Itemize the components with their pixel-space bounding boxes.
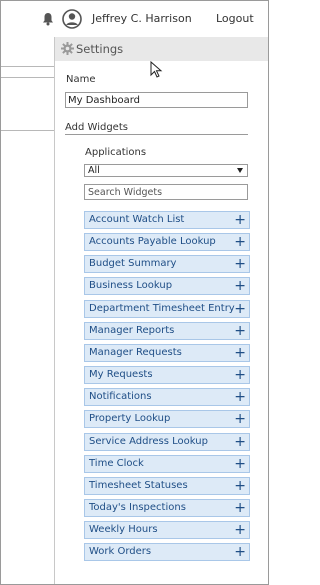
user-name[interactable]: Jeffrey C. Harrison xyxy=(92,12,192,25)
widget-label: Account Watch List xyxy=(89,214,185,225)
widget-item[interactable]: My Requests + xyxy=(84,366,250,385)
search-widgets-input[interactable] xyxy=(84,184,248,200)
add-widget-plus-icon[interactable]: + xyxy=(234,434,246,450)
widget-label: Manager Reports xyxy=(89,324,175,336)
widget-item[interactable]: Manager Requests + xyxy=(84,343,250,362)
widget-item[interactable]: Timesheet Statuses + xyxy=(84,476,250,495)
add-widget-plus-icon[interactable]: + xyxy=(234,411,246,427)
widget-label: Today's Inspections xyxy=(89,502,186,514)
widget-item[interactable]: Budget Summary + xyxy=(84,255,250,274)
name-label: Name xyxy=(66,74,96,85)
widget-label: Time Clock xyxy=(89,457,144,469)
chevron-down-icon xyxy=(237,168,243,173)
widget-label: Work Orders xyxy=(89,546,152,558)
top-bar: Jeffrey C. Harrison Logout xyxy=(1,1,268,37)
widget-item[interactable]: Business Lookup + xyxy=(84,277,250,296)
widget-label: Notifications xyxy=(89,391,152,403)
add-widget-plus-icon[interactable]: + xyxy=(234,256,246,272)
widget-label: Manager Requests xyxy=(89,346,182,358)
widget-label: Timesheet Statuses xyxy=(89,479,188,491)
divider xyxy=(1,77,54,78)
widget-list: Account Watch List + Accounts Payable Look… xyxy=(84,211,250,566)
widget-label: Service Address Lookup xyxy=(89,435,208,447)
add-widget-plus-icon[interactable]: + xyxy=(234,345,246,361)
applications-label: Applications xyxy=(85,147,147,158)
add-widget-plus-icon[interactable]: + xyxy=(234,323,246,339)
widget-item[interactable]: Notifications + xyxy=(84,388,250,407)
add-widget-plus-icon[interactable]: + xyxy=(234,367,246,383)
widget-item[interactable]: Time Clock + xyxy=(84,454,250,473)
bell-icon[interactable] xyxy=(42,12,54,26)
widget-item[interactable]: Work Orders + xyxy=(84,543,250,562)
widget-label: Budget Summary xyxy=(89,258,177,270)
widget-item[interactable]: Weekly Hours + xyxy=(84,521,250,540)
widget-item[interactable]: Today's Inspections + xyxy=(84,499,250,518)
add-widget-plus-icon[interactable]: + xyxy=(234,389,246,405)
add-widget-plus-icon[interactable]: + xyxy=(234,234,246,250)
add-widget-plus-icon[interactable]: + xyxy=(234,278,246,294)
widget-item[interactable]: Service Address Lookup + xyxy=(84,432,250,451)
widget-label: Weekly Hours xyxy=(89,524,158,536)
widget-label: Department Timesheet Entry xyxy=(89,302,235,314)
add-widget-plus-icon[interactable]: + xyxy=(234,544,246,560)
mouse-cursor-icon xyxy=(150,61,163,78)
divider xyxy=(65,134,248,135)
logout-link[interactable]: Logout xyxy=(216,12,254,25)
widget-label: Accounts Payable Lookup xyxy=(89,236,216,248)
applications-select[interactable]: All xyxy=(84,164,248,177)
add-widget-plus-icon[interactable]: + xyxy=(234,522,246,538)
widget-label: Property Lookup xyxy=(89,413,171,425)
widget-label: Business Lookup xyxy=(89,280,173,292)
dashboard-background-pane xyxy=(1,37,55,584)
widget-item[interactable]: Manager Reports + xyxy=(84,321,250,340)
dashboard-name-input[interactable] xyxy=(65,92,248,108)
widget-item[interactable]: Department Timesheet Entry + xyxy=(84,299,250,318)
divider xyxy=(1,130,54,131)
applications-selected-value: All xyxy=(88,165,100,176)
settings-title: Settings xyxy=(76,42,124,56)
gear-icon xyxy=(61,42,74,55)
widget-label: My Requests xyxy=(89,369,153,381)
settings-panel: Settings Name Add Widgets Applications A… xyxy=(55,37,268,584)
user-avatar-icon[interactable] xyxy=(62,9,82,29)
add-widgets-heading: Add Widgets xyxy=(65,122,128,133)
divider xyxy=(1,66,54,67)
widget-item[interactable]: Account Watch List + xyxy=(84,211,250,229)
add-widget-plus-icon[interactable]: + xyxy=(234,212,246,228)
add-widget-plus-icon[interactable]: + xyxy=(234,478,246,494)
widget-item[interactable]: Property Lookup + xyxy=(84,410,250,429)
settings-header: Settings xyxy=(55,37,268,61)
add-widget-plus-icon[interactable]: + xyxy=(234,500,246,516)
add-widget-plus-icon[interactable]: + xyxy=(234,456,246,472)
add-widget-plus-icon[interactable]: + xyxy=(234,301,246,317)
widget-item[interactable]: Accounts Payable Lookup + xyxy=(84,233,250,252)
